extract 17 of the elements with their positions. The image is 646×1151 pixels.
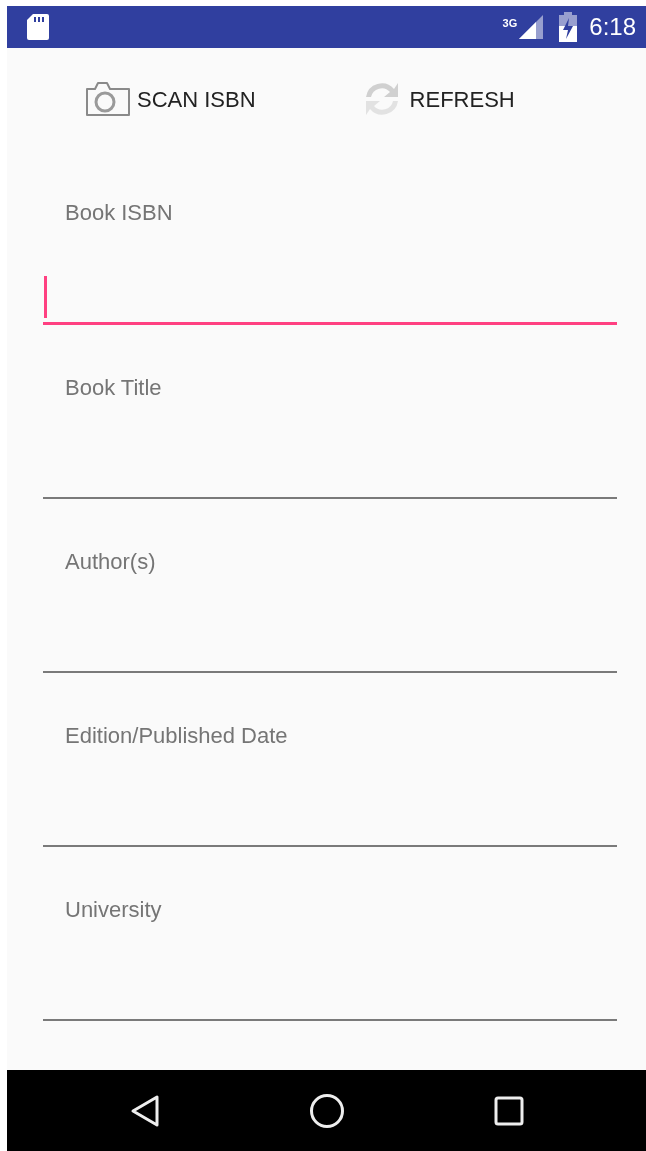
battery-charging-icon [559, 12, 578, 42]
refresh-button[interactable]: REFRESH [353, 75, 521, 123]
signal-icon [519, 15, 544, 39]
scan-button[interactable]: SCAN ISBN [79, 77, 262, 121]
field-label: University [65, 897, 162, 923]
field-label: Author(s) [65, 549, 156, 575]
sd-card-icon [27, 14, 49, 40]
field-label: Book Title [65, 375, 162, 401]
back-icon[interactable] [129, 1093, 162, 1128]
camera-icon [85, 81, 131, 117]
recent-apps-icon[interactable] [493, 1095, 524, 1126]
field-label: Edition/Published Date [65, 723, 288, 749]
network-type: 3G [502, 18, 518, 29]
text-cursor [44, 276, 47, 318]
field-label: Book ISBN [65, 200, 173, 226]
home-icon[interactable] [309, 1092, 346, 1129]
clock-time: 6:18 [589, 12, 636, 42]
